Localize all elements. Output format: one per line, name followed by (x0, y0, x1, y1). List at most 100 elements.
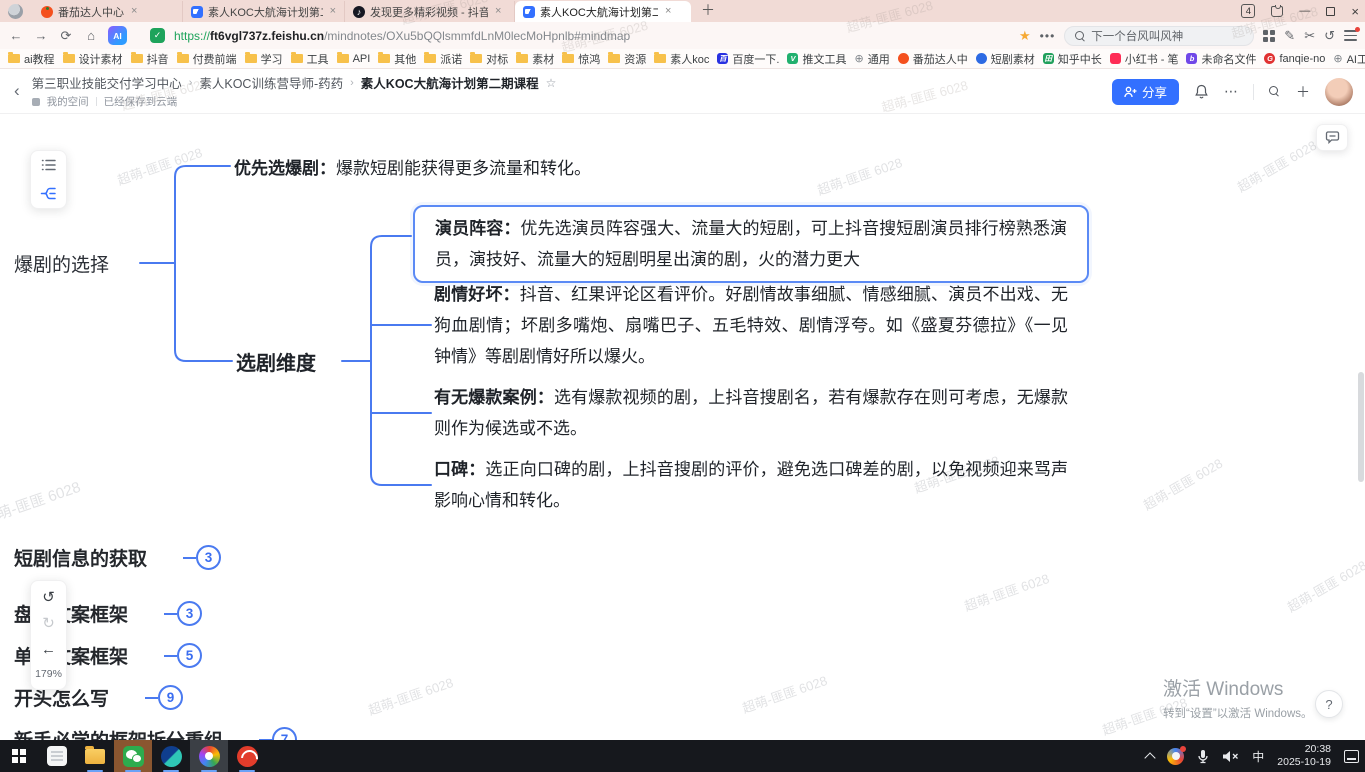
bookmark-item[interactable]: b未命名文件 (1186, 51, 1256, 67)
browser-skin-icon[interactable] (1271, 6, 1283, 17)
bookmark-item[interactable]: API (337, 53, 371, 65)
space-label[interactable]: 我的空间 (47, 94, 89, 109)
tab-feishu-course-active[interactable]: 素人KOC大航海计划第二期课 × (515, 1, 691, 22)
bookmark-item[interactable]: 资源 (608, 51, 646, 67)
back-chevron-icon[interactable]: ‹ (14, 81, 20, 101)
mindmap-node-priority[interactable]: 优先选爆剧：爆款短剧能获得更多流量和转化。 (234, 154, 591, 179)
bookmark-item[interactable]: 工具 (291, 51, 329, 67)
tray-browser-icon[interactable] (1167, 748, 1184, 765)
tray-expand-icon[interactable] (1146, 752, 1154, 760)
bookmark-item[interactable]: 素人koc (654, 51, 709, 67)
bookmark-item[interactable]: 短剧素材 (976, 51, 1035, 67)
address-bar[interactable]: https://ft6vgl737z.feishu.cn/mindnotes/O… (174, 29, 630, 43)
bookmark-item[interactable]: ai教程 (8, 51, 55, 67)
apps-grid-icon[interactable] (1263, 30, 1275, 42)
mindmap-node-cast-selected[interactable]: 演员阵容：优先选演员阵容强大、流量大的短剧，可上抖音搜短剧演员排行榜熟悉演员，演… (413, 205, 1089, 283)
taskbar-notes-app[interactable] (38, 740, 76, 772)
minimize-button[interactable]: — (1299, 6, 1310, 17)
bookmark-item[interactable]: V推文工具 (787, 51, 846, 67)
bookmark-item[interactable]: 其他 (378, 51, 416, 67)
tab-douyin-search[interactable]: ♪ 发现更多精彩视频 - 抖音搜索 × (345, 1, 515, 22)
mindmap-canvas[interactable]: 超萌-匪匪 6028 超萌-匪匪 6028 超萌-匪匪 6028 超萌-匪匪 6… (0, 114, 1365, 742)
help-button[interactable]: ? (1315, 690, 1343, 718)
favorite-star-icon[interactable]: ☆ (546, 76, 557, 90)
notification-center-icon[interactable] (1344, 750, 1359, 763)
mindmap-node-plot[interactable]: 剧情好坏：抖音、红果评论区看评价。好剧情故事细腻、情感细腻、演员不出戏、无狗血剧… (434, 279, 1068, 372)
bookmark-item[interactable]: 田知乎中长 (1043, 51, 1102, 67)
tab-feishu-course[interactable]: 素人KOC大航海计划第二期课 × (183, 1, 345, 22)
maximize-button[interactable] (1326, 7, 1335, 16)
vertical-scrollbar[interactable] (1358, 372, 1364, 482)
bookmark-item[interactable]: 付费前端 (177, 51, 237, 67)
header-plus-icon[interactable]: ＋ (1296, 82, 1310, 102)
collapsed-count-badge[interactable]: 9 (158, 685, 183, 710)
zoom-level[interactable]: 179% (35, 668, 62, 680)
bookmark-item[interactable]: 素材 (516, 51, 554, 67)
bookmark-item[interactable]: 小红书 - 笔 (1110, 51, 1179, 67)
bookmark-item[interactable]: 抖音 (131, 51, 169, 67)
back-icon[interactable]: ← (8, 28, 24, 43)
address-more-icon[interactable]: ••• (1040, 29, 1056, 43)
security-shield-icon[interactable]: ✓ (150, 28, 165, 43)
tab-count-badge[interactable]: 4 (1241, 4, 1255, 18)
taskbar-file-explorer[interactable] (76, 740, 114, 772)
start-button[interactable] (0, 740, 38, 772)
ime-indicator[interactable]: 中 (1252, 748, 1264, 765)
user-avatar[interactable] (1325, 78, 1353, 106)
reload-icon[interactable]: ⟳ (58, 28, 74, 44)
taskbar-clock[interactable]: 20:38 2025-10-19 (1277, 743, 1331, 769)
bookmark-item[interactable]: 对标 (470, 51, 508, 67)
tab-close-icon[interactable]: × (493, 6, 503, 17)
bookmark-item[interactable]: 番茄达人中 (898, 51, 968, 67)
header-more-icon[interactable]: ⋯ (1224, 83, 1238, 100)
microphone-icon[interactable] (1197, 749, 1209, 764)
bookmark-item[interactable]: 惊鸿 (562, 51, 600, 67)
collapsed-count-badge[interactable]: 5 (177, 643, 202, 668)
back-to-node-icon[interactable]: ← (41, 642, 56, 657)
menu-icon[interactable] (1344, 30, 1357, 41)
browser-profile-avatar[interactable] (8, 4, 23, 19)
collapsed-count-badge[interactable]: 3 (177, 601, 202, 626)
taskbar-quark-browser[interactable] (152, 740, 190, 772)
header-search-icon[interactable] (1269, 86, 1281, 98)
quick-search-box[interactable]: 下一个台风叫风神 (1064, 26, 1254, 46)
redo-icon[interactable]: ↻ (42, 616, 55, 631)
screenshot-scissors-icon[interactable]: ✂ (1304, 28, 1315, 44)
notification-bell-icon[interactable] (1194, 84, 1209, 99)
mindmap-node-dimensions[interactable]: 选剧维度 (236, 347, 316, 376)
taskbar-wechat[interactable] (114, 740, 152, 772)
bookmark-star-icon[interactable]: ★ (1019, 28, 1031, 44)
tab-close-icon[interactable]: × (129, 6, 139, 17)
bookmark-item[interactable]: Gfanqie-no (1264, 53, 1325, 65)
mindmap-view-icon[interactable] (40, 186, 57, 201)
forward-icon[interactable]: → (33, 28, 49, 43)
bookmark-item[interactable]: 派诺 (424, 51, 462, 67)
share-button[interactable]: 分享 (1112, 79, 1179, 105)
bookmark-item[interactable]: ⊕通用 (854, 51, 889, 67)
tab-close-icon[interactable]: × (328, 6, 338, 17)
home-icon[interactable]: ⌂ (83, 28, 99, 43)
history-undo-icon[interactable]: ↺ (1324, 28, 1335, 44)
tab-tomato-center[interactable]: 番茄达人中心 × (33, 1, 183, 22)
tab-close-icon[interactable]: × (663, 6, 673, 17)
bookmark-item[interactable]: 学习 (245, 51, 283, 67)
ai-assistant-icon[interactable]: AI (108, 26, 127, 45)
collapsed-count-badge[interactable]: 3 (196, 545, 221, 570)
breadcrumb-item[interactable]: 第三职业技能交付学习中心 (32, 73, 182, 92)
comment-button[interactable] (1316, 124, 1348, 151)
bookmark-item-baidu[interactable]: 百百度一下. (717, 51, 779, 67)
speaker-muted-icon[interactable] (1222, 750, 1239, 763)
mindmap-node-hit-cases[interactable]: 有无爆款案例：选有爆款视频的剧，上抖音搜剧名，若有爆款存在则可考虑，无爆款则作为… (434, 382, 1068, 444)
bookmark-item[interactable]: 设计素材 (63, 51, 123, 67)
taskbar-chrome-browser[interactable] (190, 740, 228, 772)
favorites-edit-icon[interactable]: ✎ (1284, 28, 1295, 44)
breadcrumb-item[interactable]: 素人KOC训练营导师-药药 (199, 73, 343, 92)
taskbar-360-browser[interactable] (228, 740, 266, 772)
undo-icon[interactable]: ↺ (42, 590, 55, 605)
outline-view-icon[interactable] (41, 158, 57, 172)
topic-row[interactable]: 短剧信息的获取 3 (14, 544, 221, 571)
mindmap-node-reputation[interactable]: 口碑：选正向口碑的剧，上抖音搜剧的评价，避免选口碑差的剧，以免视频迎来骂声影响心… (434, 454, 1068, 516)
new-tab-button[interactable]: ＋ (691, 0, 725, 22)
mindmap-root-node[interactable]: 爆剧的选择 (14, 250, 109, 277)
close-button[interactable]: × (1351, 5, 1359, 18)
